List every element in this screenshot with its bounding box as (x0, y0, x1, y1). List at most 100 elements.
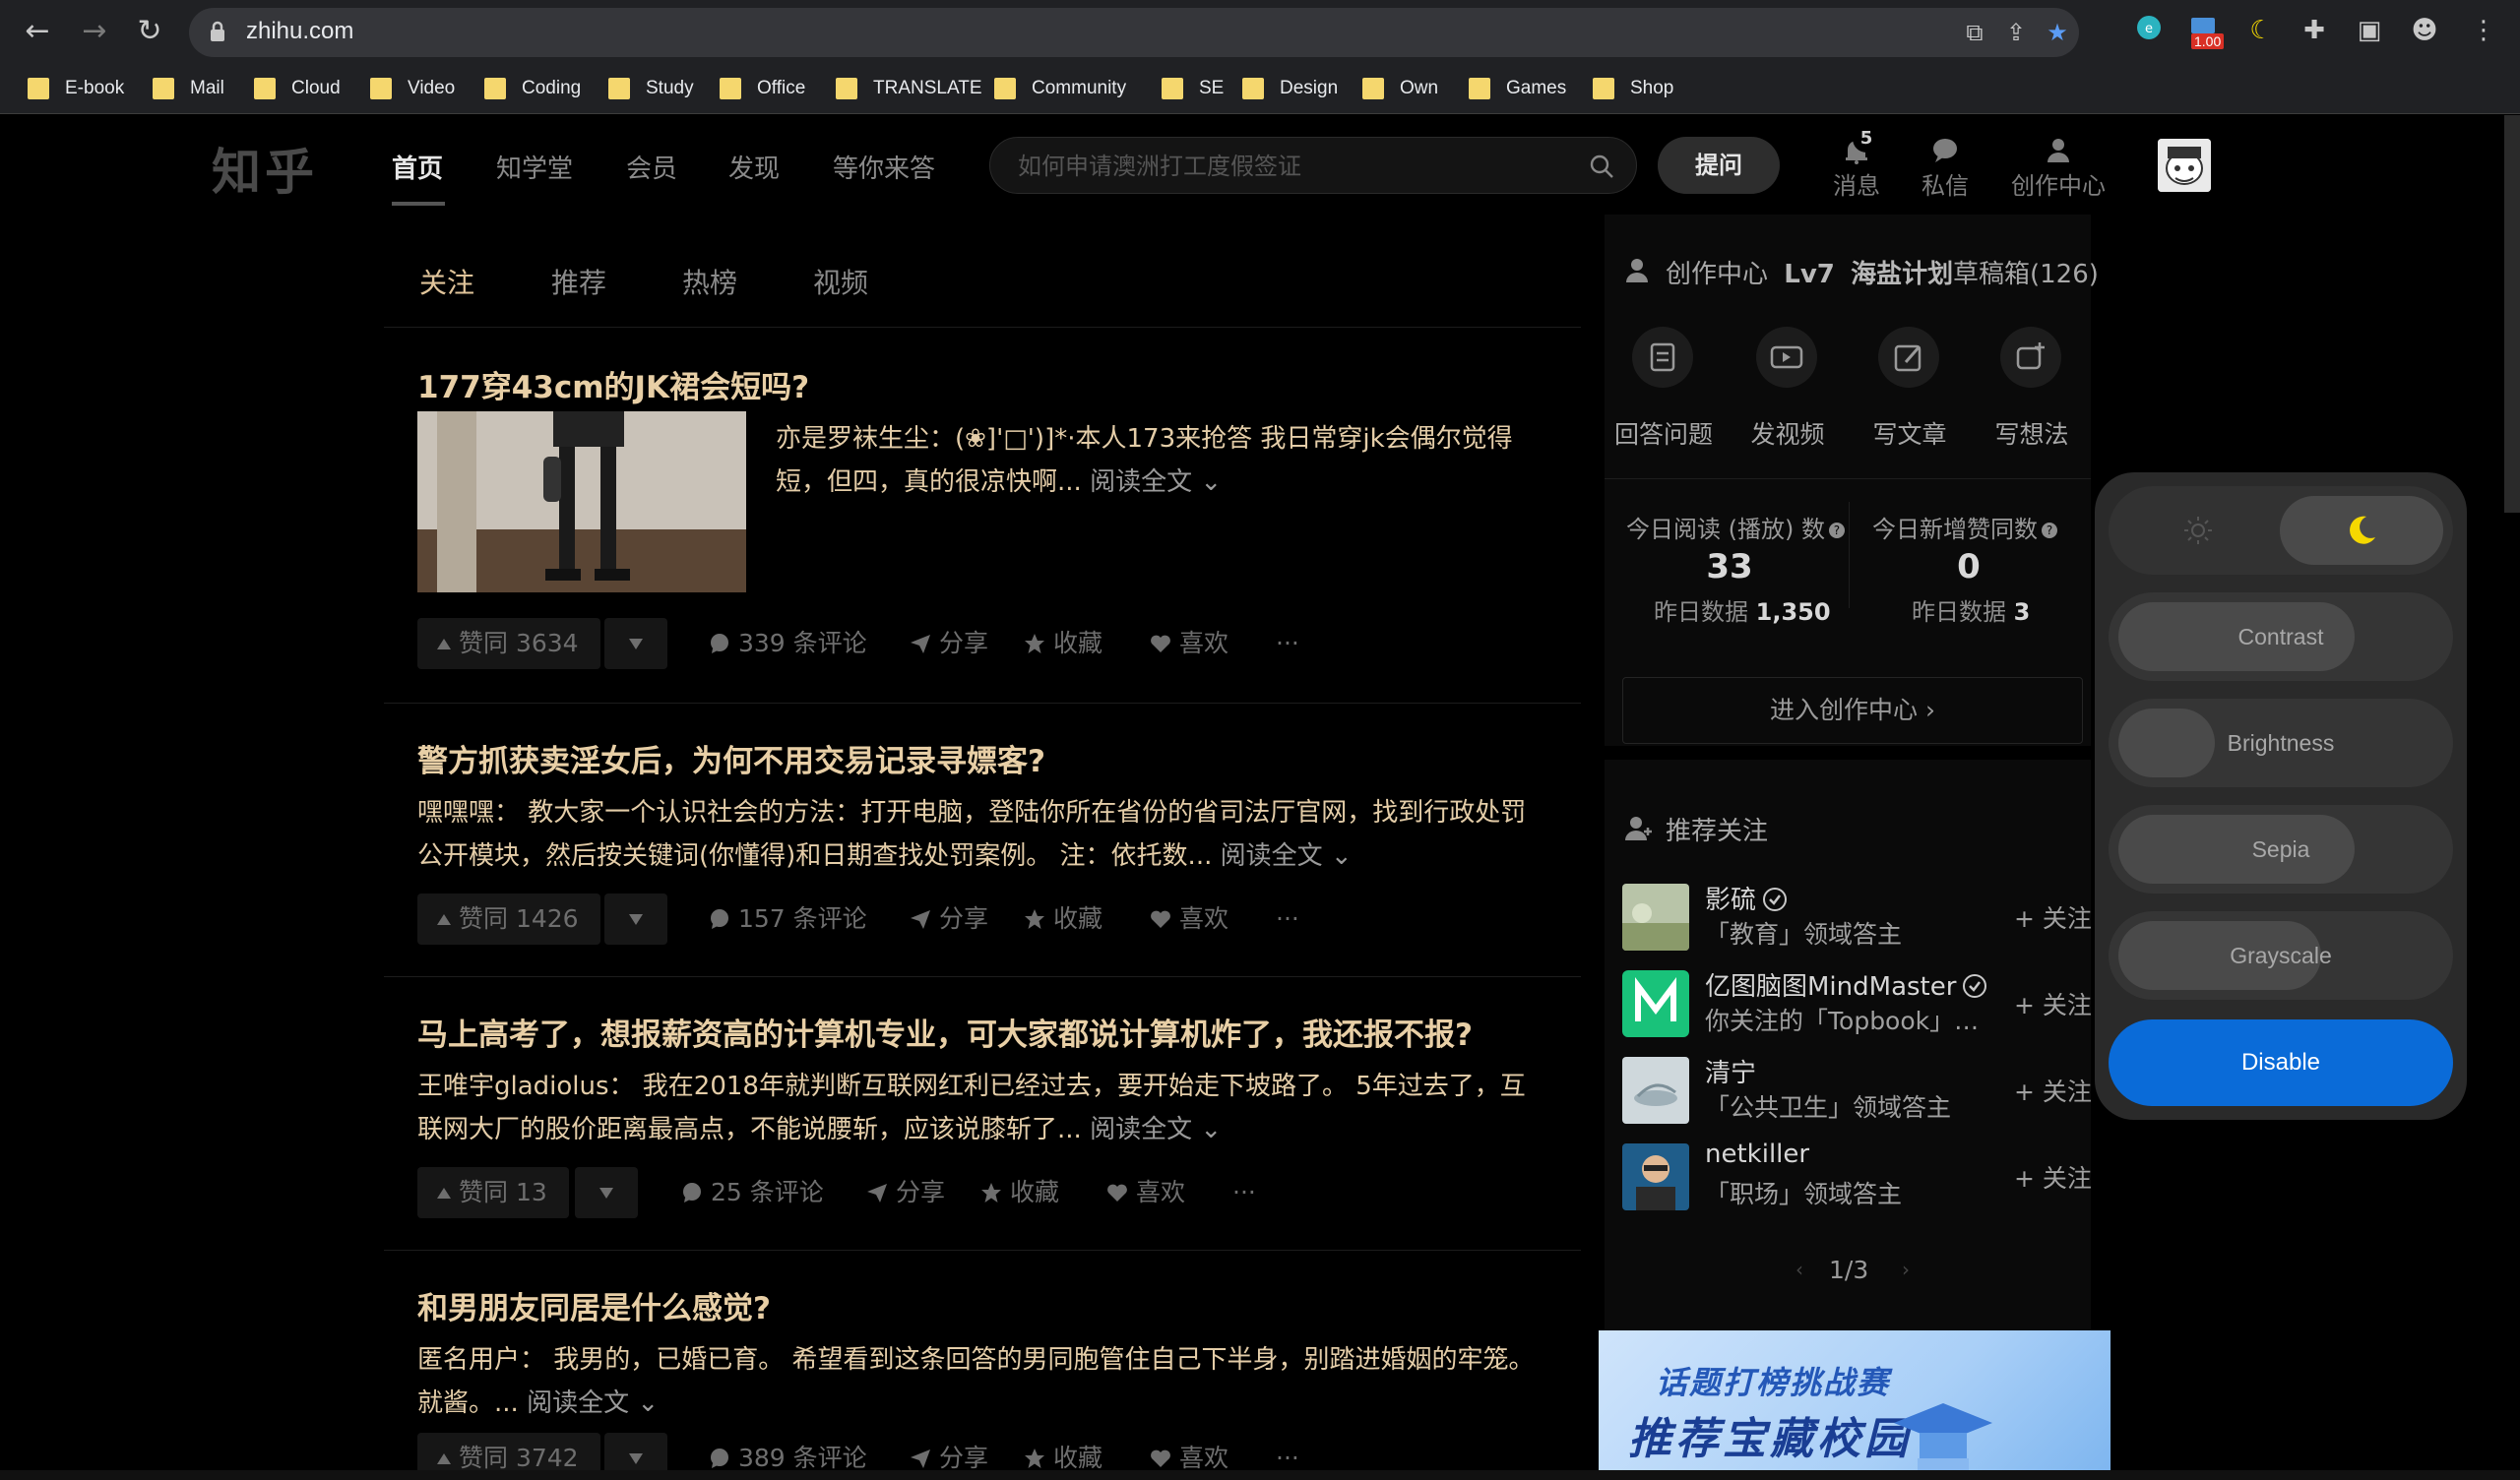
bookmark-folder[interactable]: Community (994, 75, 1126, 102)
profile-avatar-icon[interactable]: ☻ (2408, 14, 2441, 47)
like-button[interactable]: 喜欢 (1106, 1167, 1185, 1218)
brightness-slider[interactable]: Brightness (2109, 699, 2453, 787)
follow-button[interactable]: + 关注 (2014, 1159, 2092, 1195)
help-icon[interactable]: ? (2042, 523, 2057, 538)
disable-button[interactable]: Disable (2109, 1019, 2453, 1106)
drafts-link[interactable]: 草稿箱(126) (1953, 254, 2099, 290)
user-name[interactable]: 清宁 (1705, 1053, 1756, 1089)
collect-button[interactable]: 收藏 (1024, 618, 1102, 669)
next-page-icon[interactable]: › (1902, 1258, 1910, 1281)
bookmark-folder[interactable]: Own (1362, 75, 1438, 102)
nav-zhixuetang[interactable]: 知学堂 (496, 149, 573, 185)
question-title[interactable]: 警方抓获卖淫女后，为何不用交易记录寻嫖客? (417, 736, 1045, 780)
open-in-app-icon[interactable]: ⧉ (1961, 19, 1988, 46)
search-input[interactable] (1018, 150, 1569, 183)
question-title[interactable]: 177穿43cm的JK裙会短吗? (417, 362, 809, 406)
dark-reader-moon-icon[interactable]: ☾ (2244, 14, 2278, 47)
bookmark-folder[interactable]: Video (370, 75, 455, 102)
downvote-button[interactable] (604, 894, 667, 945)
question-title[interactable]: 马上高考了，想报薪资高的计算机专业，可大家都说计算机炸了，我还报不报? (417, 1010, 1473, 1054)
more-options-button[interactable]: ··· (1232, 1167, 1256, 1218)
theme-toggle[interactable] (2109, 486, 2453, 575)
answer-excerpt[interactable]: 匿名用户： 我男的，已婚已育。 希望看到这条回答的男同胞管住自己下半身，别踏进婚… (417, 1338, 1549, 1425)
share-button[interactable]: 分享 (910, 894, 988, 945)
share-button[interactable]: 分享 (910, 618, 988, 669)
nav-home[interactable]: 首页 (392, 149, 443, 185)
bookmark-folder[interactable]: Mail (153, 75, 224, 102)
bookmark-star-icon[interactable]: ★ (2044, 19, 2071, 46)
user-name[interactable]: 亿图脑图MindMaster (1705, 966, 1987, 1003)
url-text[interactable]: zhihu.com (246, 18, 353, 45)
enter-creator-center-button[interactable]: 进入创作中心 › (1622, 677, 2083, 744)
bookmark-folder[interactable]: Office (720, 75, 805, 102)
creator-center-button[interactable]: 创作中心 (2004, 137, 2112, 201)
avatar[interactable] (1622, 1057, 1689, 1124)
bookmark-folder[interactable]: E-book (28, 75, 124, 102)
site-logo[interactable]: 知乎 (212, 133, 318, 204)
bookmark-folder[interactable]: Cloud (254, 75, 341, 102)
search-icon[interactable] (1589, 154, 1614, 179)
bookmark-folder[interactable]: Coding (484, 75, 581, 102)
comments-button[interactable]: 157 条评论 (709, 894, 867, 945)
horizontal-scrollbar[interactable] (0, 1470, 2520, 1480)
avatar[interactable] (1622, 884, 1689, 951)
bookmark-folder[interactable]: Design (1242, 75, 1338, 102)
read-all-link[interactable]: 阅读全文 (1221, 841, 1323, 871)
more-options-button[interactable]: ··· (1276, 894, 1299, 945)
creator-title-row[interactable]: 创作中心 Lv7 海盐计划 (1666, 254, 1953, 290)
user-name[interactable]: 影硫 (1705, 880, 1788, 916)
bookmark-folder[interactable]: SE (1162, 75, 1224, 102)
answer-thumbnail[interactable] (417, 411, 746, 592)
grayscale-slider[interactable]: Grayscale (2109, 911, 2453, 1000)
tab-follow[interactable]: 关注 (419, 262, 474, 301)
read-all-link[interactable]: 阅读全文 (1090, 1115, 1192, 1144)
downvote-button[interactable] (604, 618, 667, 669)
comments-button[interactable]: 339 条评论 (709, 618, 867, 669)
bookmark-folder[interactable]: Study (608, 75, 694, 102)
collect-button[interactable]: 收藏 (980, 1167, 1059, 1218)
like-button[interactable]: 喜欢 (1150, 894, 1228, 945)
user-avatar[interactable] (2158, 139, 2211, 192)
tab-video[interactable]: 视频 (813, 262, 868, 301)
tab-hot[interactable]: 热榜 (682, 262, 737, 301)
avatar[interactable] (1622, 970, 1689, 1037)
recommend-user[interactable]: 清宁 「公共卫生」领域答主 + 关注 (1622, 1053, 2114, 1126)
user-name[interactable]: netkiller (1705, 1140, 1809, 1169)
upvote-button[interactable]: 赞同 1426 (417, 894, 600, 945)
nav-waiting-answers[interactable]: 等你来答 (833, 149, 935, 185)
bookmark-folder[interactable]: Shop (1593, 75, 1673, 102)
share-button[interactable]: 分享 (866, 1167, 945, 1218)
bookmark-folder[interactable]: Games (1469, 75, 1566, 102)
side-panel-icon[interactable]: ▣ (2353, 14, 2386, 47)
read-all-link[interactable]: 阅读全文 (1090, 467, 1192, 497)
back-icon[interactable]: ← (18, 12, 57, 51)
prev-page-icon[interactable]: ‹ (1796, 1258, 1803, 1281)
nav-discover[interactable]: 发现 (728, 149, 780, 185)
follow-button[interactable]: + 关注 (2014, 899, 2092, 935)
tab-recommend[interactable]: 推荐 (551, 262, 606, 301)
address-bar[interactable]: zhihu.com ⧉ ⇪ ★ (189, 8, 2079, 57)
vertical-scrollbar-thumb[interactable] (2504, 115, 2520, 513)
reload-icon[interactable]: ↻ (130, 12, 169, 51)
answer-excerpt[interactable]: 王唯宇gladiolus： 我在2018年就判断互联网红利已经过去，要开始走下坡… (417, 1065, 1549, 1151)
upvote-button[interactable]: 赞同 3634 (417, 618, 600, 669)
comments-button[interactable]: 25 条评论 (681, 1167, 824, 1218)
share-icon[interactable]: ⇪ (2002, 19, 2030, 46)
dark-mode-selected[interactable] (2280, 496, 2443, 565)
extensions-puzzle-icon[interactable]: ✚ (2298, 14, 2331, 47)
dm-button[interactable]: 私信 (1914, 137, 1977, 201)
answer-excerpt[interactable]: 亦是罗袜生尘：(❀]'□')]*·本人173来抢答 我日常穿jk会偶尔觉得短，但… (776, 417, 1563, 504)
follow-button[interactable]: + 关注 (2014, 1073, 2092, 1108)
like-button[interactable]: 喜欢 (1150, 618, 1228, 669)
bookmark-folder[interactable]: TRANSLATE (836, 75, 982, 102)
help-icon[interactable]: ? (1828, 523, 1845, 538)
ask-question-button[interactable]: 提问 (1658, 137, 1780, 194)
answer-excerpt[interactable]: 嘿嘿嘿： 教大家一个认识社会的方法：打开电脑，登陆你所在省份的省司法厅官网，找到… (417, 791, 1549, 878)
avatar[interactable] (1622, 1143, 1689, 1210)
extension-translate-icon[interactable]: e (2132, 14, 2166, 47)
forward-icon[interactable]: → (75, 12, 114, 51)
read-all-link[interactable]: 阅读全文 (527, 1388, 629, 1418)
sun-icon[interactable] (2183, 516, 2213, 545)
recommend-user[interactable]: 影硫 「教育」领域答主 + 关注 (1622, 880, 2114, 953)
recommend-user[interactable]: 亿图脑图MindMaster 你关注的「Topbook」… + 关注 (1622, 966, 2114, 1039)
